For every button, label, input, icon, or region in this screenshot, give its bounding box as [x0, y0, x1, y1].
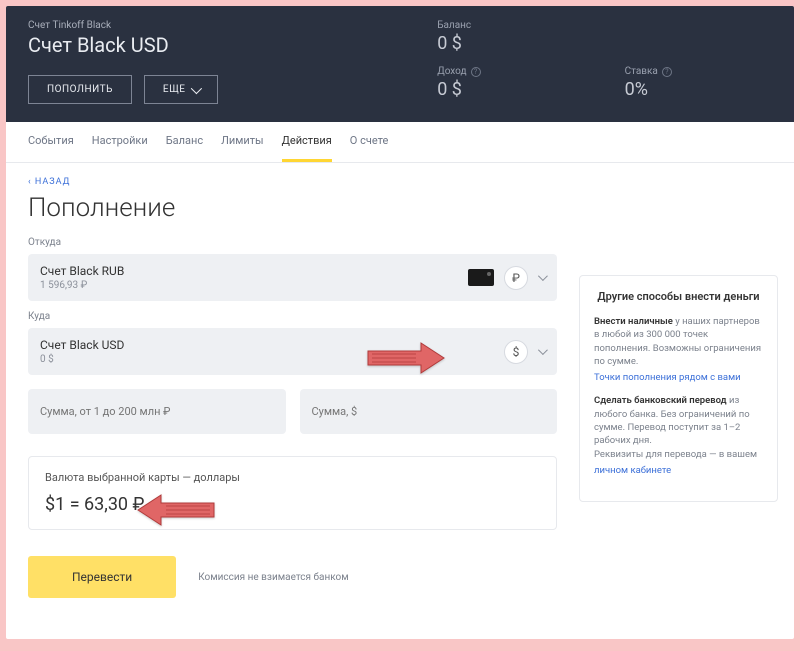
from-account-name: Счет Black RUB: [40, 264, 468, 278]
tab-balance[interactable]: Баланс: [166, 122, 203, 162]
tab-about[interactable]: О счете: [350, 122, 389, 162]
rate-box-value: $1 = 63,30 ₽: [45, 494, 540, 515]
account-header: Счет Tinkoff Black Счет Black USD ПОПОЛН…: [6, 6, 794, 122]
chevron-down-icon: [191, 82, 202, 93]
balance-label: Баланс: [437, 20, 584, 31]
rate-box-label: Валюта выбранной карты — доллары: [45, 471, 540, 484]
tab-events[interactable]: События: [28, 122, 74, 162]
to-account-select[interactable]: Счет Black USD 0 $ $: [28, 328, 557, 375]
balance-value: 0 $: [437, 33, 584, 54]
back-link[interactable]: ‹ НАЗАД: [28, 177, 557, 187]
more-button-label: ЕЩЕ: [163, 84, 186, 95]
tab-settings[interactable]: Настройки: [92, 122, 148, 162]
topup-button[interactable]: ПОПОЛНИТЬ: [28, 75, 132, 104]
exchange-rate-box: Валюта выбранной карты — доллары $1 = 63…: [28, 456, 557, 530]
tabs: События Настройки Баланс Лимиты Действия…: [6, 122, 794, 163]
nearby-points-link[interactable]: Точки пополнения рядом с вами: [594, 371, 741, 384]
from-label: Откуда: [28, 237, 557, 248]
amount-usd-input[interactable]: [300, 389, 558, 434]
tab-actions[interactable]: Действия: [282, 122, 332, 162]
account-name: Счет Black USD: [28, 33, 437, 57]
fee-note: Комиссия не взимается банком: [198, 572, 348, 583]
chevron-down-icon: [538, 271, 548, 281]
cabinet-link[interactable]: личном кабинете: [594, 464, 671, 477]
chevron-down-icon: [538, 345, 548, 355]
from-account-amount: 1 596,93 ₽: [40, 280, 468, 291]
info-icon[interactable]: ?: [662, 67, 672, 77]
other-methods-panel: Другие способы внести деньги Внести нали…: [579, 275, 778, 502]
bank-transfer-option: Сделать банковский перевод из любого бан…: [594, 394, 763, 477]
to-account-amount: 0 $: [40, 354, 504, 365]
to-label: Куда: [28, 311, 557, 322]
tab-limits[interactable]: Лимиты: [221, 122, 263, 162]
currency-badge-rub: ₽: [504, 266, 528, 290]
info-icon[interactable]: ?: [471, 67, 481, 77]
page-title: Пополнение: [28, 193, 557, 223]
card-icon: [468, 269, 494, 286]
from-account-select[interactable]: Счет Black RUB 1 596,93 ₽ ₽: [28, 254, 557, 301]
to-account-name: Счет Black USD: [40, 338, 504, 352]
income-label: Доход?: [437, 66, 584, 77]
currency-badge-usd: $: [504, 340, 528, 364]
cash-deposit-option: Внести наличные у наших партнеров в любо…: [594, 315, 763, 384]
transfer-button[interactable]: Перевести: [28, 556, 176, 598]
product-name: Счет Tinkoff Black: [28, 20, 437, 31]
more-button[interactable]: ЕЩЕ: [144, 75, 219, 104]
panel-title: Другие способы внести деньги: [594, 290, 763, 303]
rate-label: Ставка?: [625, 66, 772, 77]
amount-rub-input[interactable]: [28, 389, 286, 434]
income-value: 0 $: [437, 79, 584, 100]
rate-value: 0%: [625, 79, 772, 100]
